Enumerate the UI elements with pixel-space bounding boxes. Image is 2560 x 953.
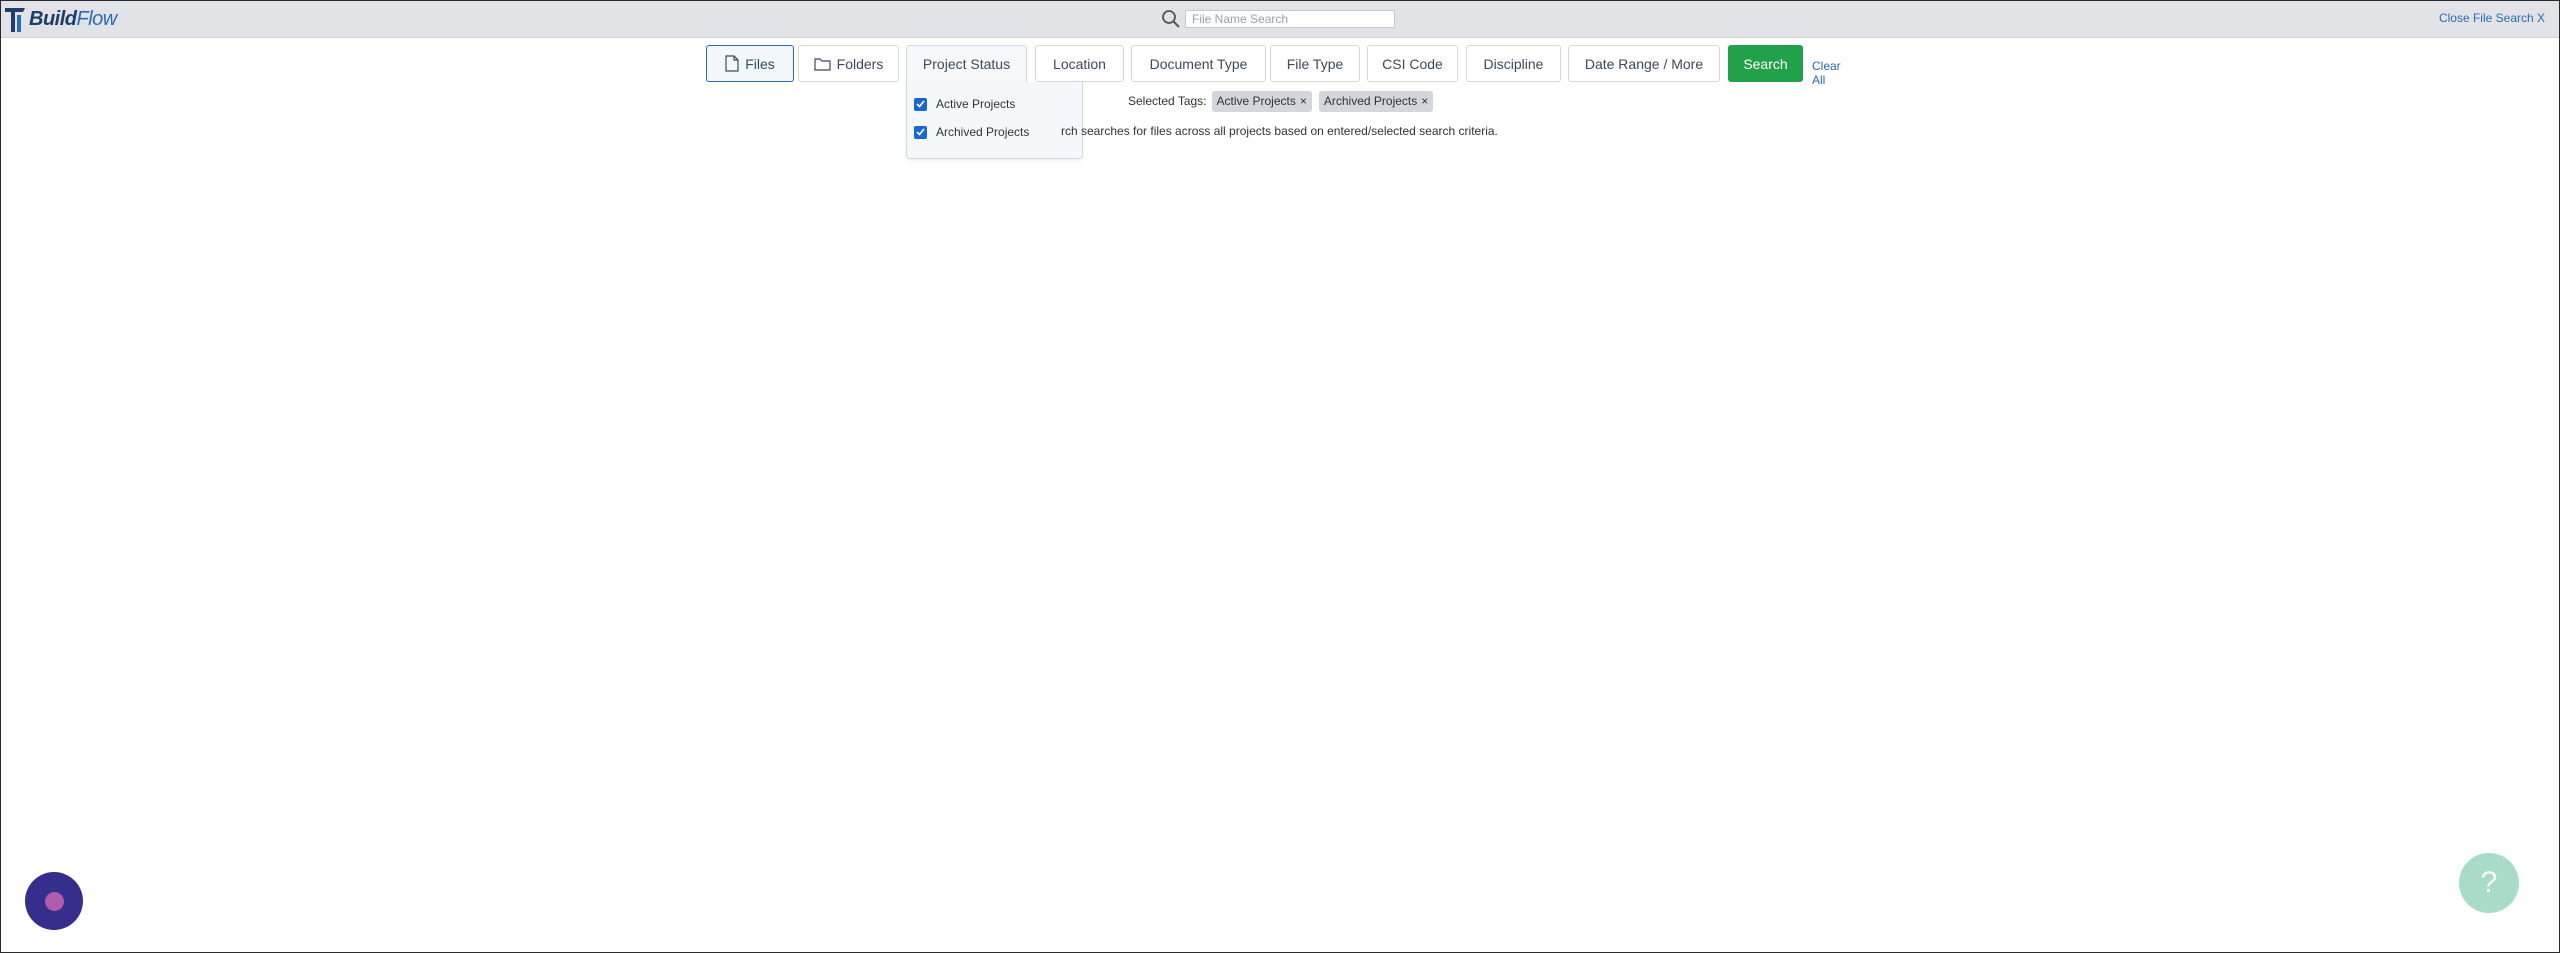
search-icon[interactable] (1161, 9, 1181, 29)
archived-projects-label: Archived Projects (936, 125, 1030, 139)
help-button[interactable]: ? (2459, 853, 2519, 913)
top-bar: BuildFlow Close File Search X (1, 1, 2559, 38)
tag-label: Archived Projects (1323, 94, 1418, 108)
tag-remove-icon[interactable]: × (1421, 94, 1428, 108)
selected-tags: Selected Tags: Active Projects × Archive… (1128, 90, 1440, 112)
active-projects-label: Active Projects (936, 97, 1016, 111)
help-icon: ? (2480, 866, 2498, 899)
document-type-filter[interactable]: Document Type (1131, 45, 1266, 82)
tab-folders-label: Folders (836, 55, 884, 72)
date-range-filter[interactable]: Date Range / More (1568, 45, 1720, 82)
buildflow-logo[interactable]: BuildFlow (3, 3, 117, 35)
tag-label: Active Projects (1216, 94, 1296, 108)
location-filter[interactable]: Location (1035, 45, 1124, 82)
archived-projects-checkbox[interactable] (914, 125, 927, 139)
project-status-filter[interactable]: Project Status (906, 45, 1027, 83)
logo-text: BuildFlow (29, 8, 117, 31)
search-button[interactable]: Search (1728, 45, 1803, 82)
project-status-dropdown: Active Projects Archived Projects (906, 82, 1083, 159)
close-file-search-link[interactable]: Close File Search X (2439, 11, 2545, 25)
tag-remove-icon[interactable]: × (1300, 94, 1307, 108)
tag-archived-projects: Archived Projects × (1318, 90, 1434, 112)
tab-files-label: Files (745, 55, 775, 72)
buildflow-logo-icon (5, 8, 25, 32)
tab-files[interactable]: Files (706, 45, 794, 82)
file-name-search (1161, 9, 1401, 29)
folder-icon (814, 57, 831, 71)
csi-code-filter[interactable]: CSI Code (1367, 45, 1458, 82)
checkmark-icon (916, 128, 925, 136)
discipline-filter[interactable]: Discipline (1466, 45, 1561, 82)
active-projects-option[interactable]: Active Projects (914, 97, 1015, 111)
checkmark-icon (916, 100, 925, 108)
logo-text-flow: Flow (76, 7, 118, 30)
tab-folders[interactable]: Folders (798, 45, 899, 82)
selected-tags-label: Selected Tags: (1128, 94, 1207, 108)
file-icon (725, 55, 739, 72)
chat-icon (44, 891, 64, 911)
tag-active-projects: Active Projects × (1211, 90, 1312, 112)
clear-all-link[interactable]: Clear All (1812, 59, 1841, 87)
active-projects-checkbox[interactable] (914, 97, 927, 111)
file-type-filter[interactable]: File Type (1270, 45, 1360, 82)
archived-projects-option[interactable]: Archived Projects (914, 125, 1029, 139)
logo-text-build: Build (29, 7, 77, 30)
chat-launcher-button[interactable] (25, 872, 83, 930)
search-info-text: rch searches for files across all projec… (1061, 124, 1498, 138)
file-name-search-input[interactable] (1185, 10, 1395, 28)
